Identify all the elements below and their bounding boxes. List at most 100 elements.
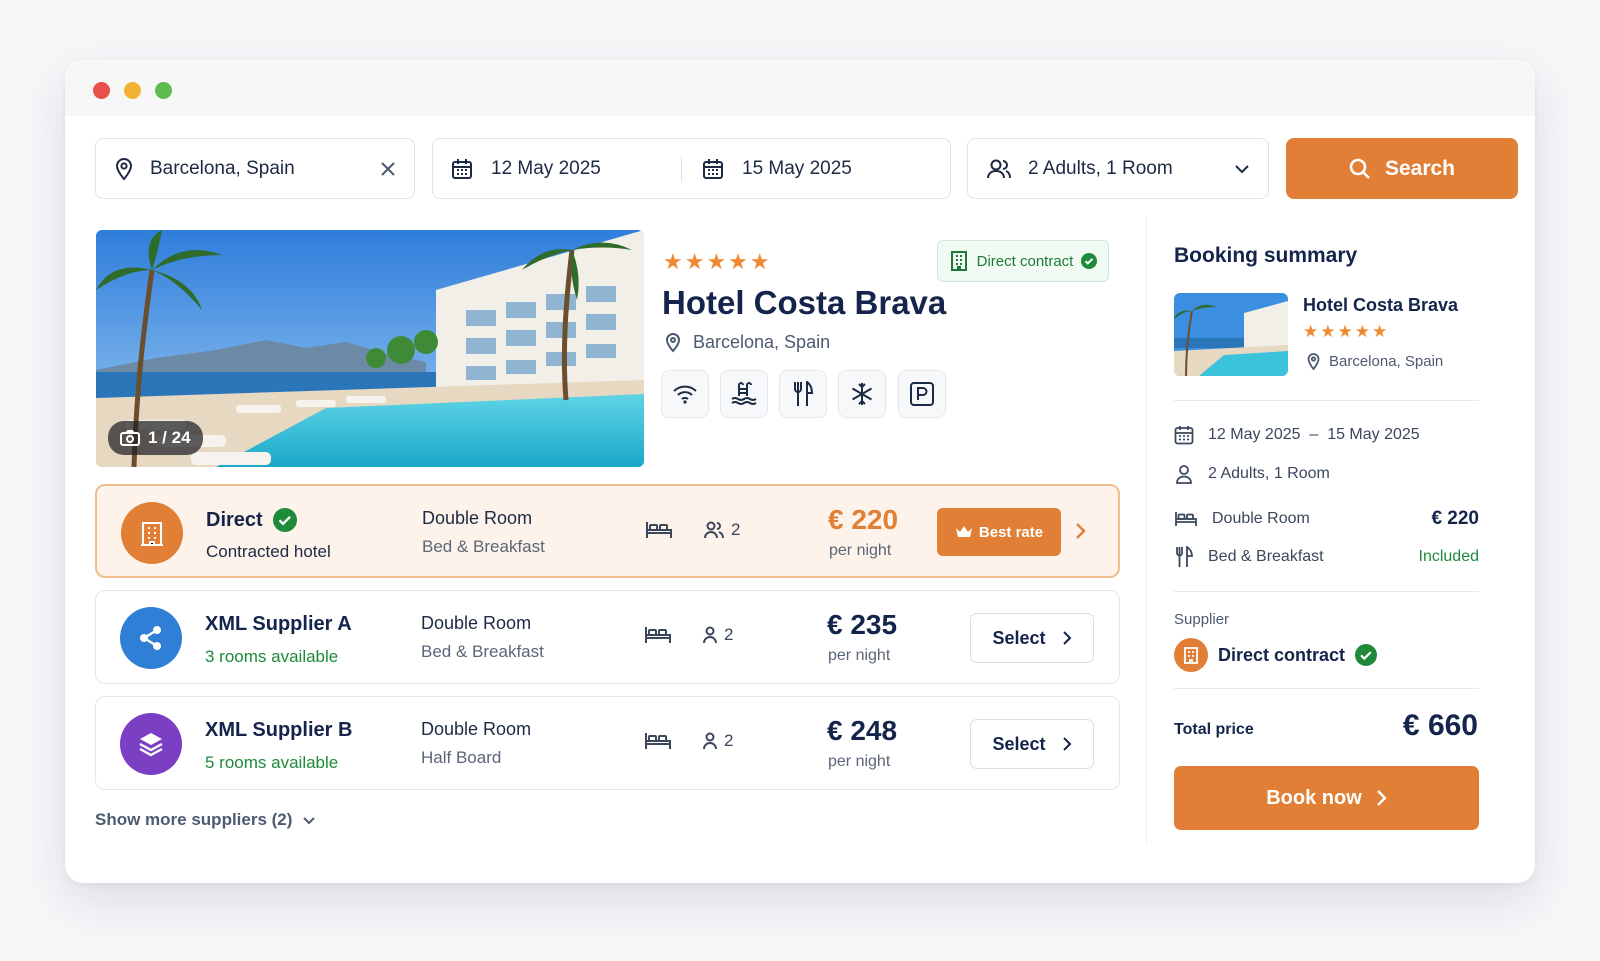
check-circle-icon	[1081, 253, 1098, 269]
chevron-down-icon	[1234, 164, 1250, 174]
users-icon	[703, 521, 725, 539]
map-pin-icon	[1307, 353, 1320, 370]
window-titlebar	[65, 60, 1535, 116]
bed-icon	[645, 520, 673, 545]
room-type: Double Room	[422, 508, 533, 528]
photo-counter-text: 1 / 24	[148, 428, 191, 447]
summary-room-price: € 220	[1431, 508, 1479, 529]
supplier-row-xml-b[interactable]: XML Supplier B 5 rooms available Double …	[95, 696, 1120, 790]
book-now-label: Book now	[1266, 786, 1362, 809]
price-unit: per night	[828, 647, 891, 664]
crown-icon	[955, 525, 973, 539]
supplier-name: Direct	[206, 508, 297, 532]
calendar-icon	[451, 158, 473, 180]
supplier-name: XML Supplier A	[205, 613, 352, 635]
building-icon	[121, 502, 183, 564]
divider	[1174, 400, 1479, 401]
guests-select[interactable]: 2 Adults, 1 Room	[967, 138, 1269, 199]
hotel-photo[interactable]: 1 / 24	[96, 230, 644, 467]
map-pin-icon	[665, 332, 681, 353]
clear-icon[interactable]	[380, 161, 396, 177]
board-type: Bed & Breakfast	[422, 537, 545, 556]
building-icon	[1174, 638, 1208, 672]
supplier-row-xml-a[interactable]: XML Supplier A 3 rooms available Double …	[95, 590, 1120, 684]
summary-dates: 12 May 2025 – 15 May 2025	[1174, 425, 1479, 445]
capacity-value: 2	[724, 625, 734, 644]
building-icon	[949, 251, 969, 271]
summary-supplier-text: Direct contract	[1218, 644, 1346, 665]
search-button[interactable]: Search	[1286, 138, 1518, 199]
summary-supplier: Direct contract	[1174, 638, 1378, 672]
select-button[interactable]: Select	[970, 719, 1094, 769]
room-type: Double Room	[421, 613, 532, 633]
summary-guests-text: 2 Adults, 1 Room	[1208, 465, 1330, 482]
chevron-right-icon[interactable]	[1075, 522, 1087, 545]
hotel-location-text: Barcelona, Spain	[693, 332, 831, 352]
capacity: 2	[703, 520, 740, 540]
summary-location: Barcelona, Spain	[1307, 353, 1443, 370]
chevron-down-icon	[302, 816, 316, 825]
select-button[interactable]: Select	[970, 613, 1094, 663]
price-unit: per night	[828, 753, 891, 770]
parking-icon	[898, 370, 946, 418]
bed-icon	[1174, 510, 1198, 528]
minimize-window-button[interactable]	[124, 82, 141, 99]
photo-counter[interactable]: 1 / 24	[108, 421, 203, 455]
total-price: € 660	[1402, 709, 1478, 742]
check-in-date[interactable]: 12 May 2025	[491, 158, 601, 180]
guests-value: 2 Adults, 1 Room	[1028, 157, 1173, 179]
hotel-location: Barcelona, Spain	[665, 332, 830, 353]
chevron-right-icon	[1062, 630, 1072, 646]
price: € 235	[827, 609, 898, 640]
summary-guests: 2 Adults, 1 Room	[1174, 464, 1479, 484]
summary-location-text: Barcelona, Spain	[1329, 353, 1444, 370]
location-field[interactable]: Barcelona, Spain	[95, 138, 415, 199]
hotel-star-rating: ★★★★★	[663, 249, 772, 274]
book-now-button[interactable]: Book now	[1174, 766, 1479, 830]
users-icon	[986, 158, 1012, 180]
capacity-value: 2	[724, 731, 734, 750]
total-price-label: Total price	[1174, 721, 1254, 738]
verified-icon	[272, 508, 297, 532]
calendar-icon	[1174, 425, 1194, 445]
restaurant-icon	[779, 370, 827, 418]
summary-board-value: Included	[1418, 548, 1480, 565]
user-icon	[702, 732, 718, 750]
divider	[1174, 591, 1479, 592]
dates-field[interactable]: 12 May 2025 15 May 2025	[432, 138, 951, 199]
summary-hotel-name: Hotel Costa Brava	[1303, 295, 1459, 315]
direct-contract-badge: Direct contract	[937, 240, 1109, 282]
summary-board-text: Bed & Breakfast	[1208, 548, 1324, 565]
supplier-name: XML Supplier B	[205, 719, 353, 741]
rooms-available: 5 rooms available	[205, 753, 339, 772]
chevron-right-icon	[1376, 789, 1387, 807]
price-unit: per night	[829, 542, 892, 559]
show-more-label: Show more suppliers (2)	[95, 810, 293, 829]
pool-icon	[720, 370, 768, 418]
air-conditioning-icon	[838, 370, 886, 418]
check-out-date[interactable]: 15 May 2025	[742, 158, 852, 180]
search-button-label: Search	[1384, 156, 1456, 180]
summary-board: Bed & Breakfast Included	[1174, 546, 1479, 568]
chevron-right-icon	[1062, 736, 1072, 752]
best-rate-label: Best rate	[978, 523, 1044, 541]
select-label: Select	[992, 627, 1046, 648]
share-icon	[120, 607, 182, 669]
browser-window: Barcelona, Spain 12 May 2025 15 May 2025…	[65, 60, 1535, 883]
select-label: Select	[992, 733, 1046, 754]
best-rate-button[interactable]: Best rate	[937, 508, 1061, 556]
date-separator	[681, 156, 682, 181]
maximize-window-button[interactable]	[155, 82, 172, 99]
divider	[1174, 688, 1479, 689]
rooms-available: 3 rooms available	[205, 647, 339, 666]
camera-icon	[120, 430, 140, 446]
supplier-name-text: Direct	[206, 508, 263, 531]
bed-icon	[644, 731, 672, 756]
check-circle-icon	[1355, 644, 1378, 666]
hotel-name: Hotel Costa Brava	[662, 284, 947, 321]
show-more-suppliers[interactable]: Show more suppliers (2)	[95, 810, 316, 830]
close-window-button[interactable]	[93, 82, 110, 99]
user-icon	[1174, 464, 1194, 484]
supplier-row-direct[interactable]: Direct Contracted hotel Double Room Bed …	[95, 484, 1120, 578]
search-icon	[1349, 158, 1371, 180]
